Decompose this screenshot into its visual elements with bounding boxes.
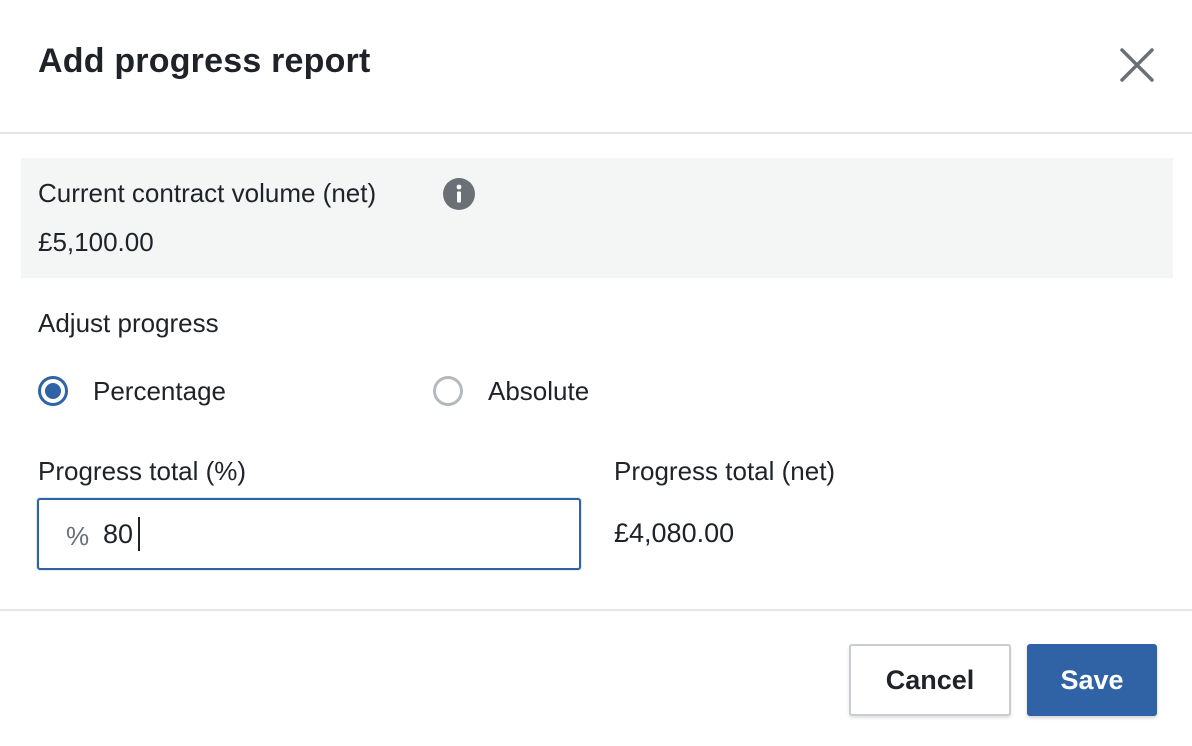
radio-absolute-indicator[interactable] <box>433 376 463 406</box>
progress-total-net-value: £4,080.00 <box>614 518 735 548</box>
radio-percentage-label: Percentage <box>93 375 226 406</box>
contract-volume-label: Current contract volume (net) <box>38 178 377 208</box>
contract-volume-panel: Current contract volume (net) £5,100.00 <box>21 158 1173 278</box>
progress-total-percent-label: Progress total (%) <box>38 456 247 486</box>
radio-percentage[interactable]: Percentage <box>38 372 226 410</box>
close-icon <box>1120 48 1154 82</box>
progress-total-net-label: Progress total (net) <box>614 456 836 486</box>
progress-percent-value[interactable]: 80 <box>103 519 133 550</box>
info-icon[interactable] <box>442 177 476 211</box>
radio-absolute[interactable]: Absolute <box>433 372 589 410</box>
add-progress-report-dialog: Add progress report Current contract vol… <box>0 0 1192 746</box>
radio-absolute-label: Absolute <box>488 375 590 406</box>
radio-percentage-indicator[interactable] <box>38 376 68 406</box>
close-button[interactable] <box>1114 42 1160 88</box>
percent-prefix: % <box>66 521 90 551</box>
contract-volume-value: £5,100.00 <box>38 227 154 257</box>
adjust-progress-label: Adjust progress <box>38 308 219 338</box>
cancel-button[interactable]: Cancel <box>849 644 1011 716</box>
progress-percent-input[interactable]: % 80 <box>37 498 581 570</box>
dialog-header: Add progress report <box>0 0 1192 134</box>
footer-divider <box>0 609 1192 611</box>
dialog-title: Add progress report <box>38 42 371 80</box>
text-caret <box>138 517 140 551</box>
save-button[interactable]: Save <box>1027 644 1157 716</box>
